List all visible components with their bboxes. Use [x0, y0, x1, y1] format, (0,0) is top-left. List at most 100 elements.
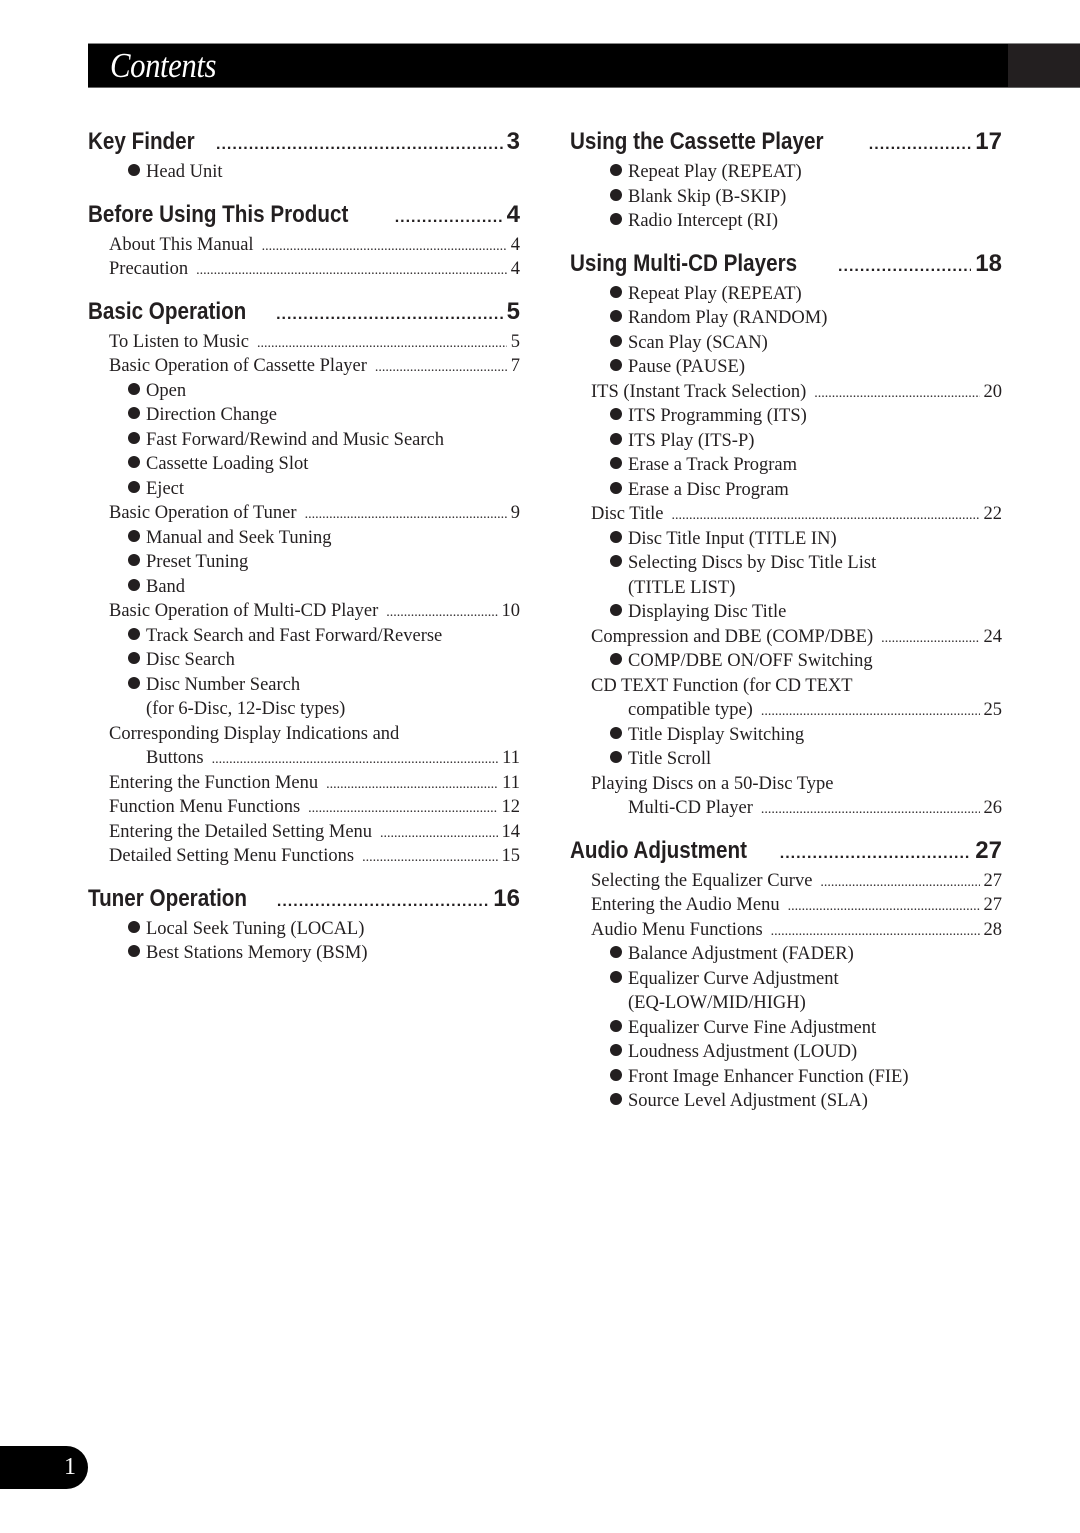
toc-bullet-item[interactable]: Selecting Discs by Disc Title List — [570, 551, 1002, 576]
toc-bullet-item[interactable]: Repeat Play (REPEAT) — [570, 160, 1002, 185]
section-heading[interactable]: Using Multi-CD Players 18 — [570, 246, 1002, 282]
toc-entry[interactable]: Entering the Function Menu 11 — [88, 771, 520, 796]
toc-bullet-item[interactable]: Manual and Seek Tuning — [88, 526, 520, 551]
section-heading[interactable]: Before Using This Product 4 — [88, 197, 520, 233]
entry-text: Entering the Audio Menu — [591, 895, 780, 915]
toc-entry[interactable]: About This Manual 4 — [88, 233, 520, 258]
toc-bullet-item[interactable]: Source Level Adjustment (SLA) — [570, 1089, 1002, 1114]
toc-bullet-item[interactable]: Preset Tuning — [88, 550, 520, 575]
toc-bullet-item[interactable]: ITS Play (ITS-P) — [570, 429, 1002, 454]
section-heading[interactable]: Basic Operation 5 — [88, 294, 520, 330]
toc-bullet-item[interactable]: Title Display Switching — [570, 723, 1002, 748]
toc-entry[interactable]: Basic Operation of Cassette Player 7 — [88, 354, 520, 379]
toc-entry[interactable]: Entering the Detailed Setting Menu 14 — [88, 820, 520, 845]
section-heading[interactable]: Key Finder 3 — [88, 124, 520, 160]
toc-entry[interactable]: Basic Operation of Tuner 9 — [88, 501, 520, 526]
section-heading[interactable]: Audio Adjustment 27 — [570, 833, 1002, 869]
bullet-text: Radio Intercept (RI) — [628, 211, 778, 231]
dot-leader — [780, 836, 972, 872]
toc-entry[interactable]: Multi-CD Player 26 — [570, 796, 1002, 821]
toc-entry[interactable]: Precaution 4 — [88, 257, 520, 282]
toc-bullet-item[interactable]: Displaying Disc Title — [570, 600, 1002, 625]
toc-entry[interactable]: Basic Operation of Multi-CD Player 10 — [88, 599, 520, 624]
bullet-text: Equalizer Curve Fine Adjustment — [628, 1017, 877, 1038]
toc-entry[interactable]: To Listen to Music 5 — [88, 330, 520, 355]
toc-bullet-item[interactable]: Repeat Play (REPEAT) — [570, 282, 1002, 307]
toc-bullet-item[interactable]: Disc Title Input (TITLE IN) — [570, 527, 1002, 552]
bullet-text: Direction Change — [146, 405, 277, 425]
toc-entry[interactable]: compatible type) 25 — [570, 698, 1002, 723]
toc-bullet-item[interactable]: Erase a Track Program — [570, 453, 1002, 478]
toc-bullet-item[interactable]: Blank Skip (B-SKIP) — [570, 185, 1002, 210]
toc-bullet-item[interactable]: Random Play (RANDOM) — [570, 306, 1002, 331]
toc-entry[interactable]: Function Menu Functions 12 — [88, 795, 520, 820]
toc-bullet-item[interactable]: Cassette Loading Slot — [88, 452, 520, 477]
bullet-text: Loudness Adjustment (LOUD) — [628, 1042, 858, 1062]
toc-bullet-item[interactable]: Disc Number Search — [88, 673, 520, 698]
entry-page-number: 26 — [983, 798, 1003, 818]
section-title: Basic Operation — [88, 297, 247, 325]
bullet-icon — [128, 945, 140, 957]
entry-text: CD TEXT Function (for CD TEXT — [591, 675, 853, 696]
toc-bullet-item[interactable]: Erase a Disc Program — [570, 478, 1002, 503]
bullet-text: (EQ-LOW/MID/HIGH) — [628, 993, 806, 1013]
toc-bullet-item[interactable]: COMP/DBE ON/OFF Switching — [570, 649, 1002, 674]
toc-entry[interactable]: Playing Discs on a 50-Disc Type — [570, 772, 1002, 797]
bullet-icon — [610, 310, 622, 322]
toc-bullet-item[interactable]: Fast Forward/Rewind and Music Search — [88, 428, 520, 453]
toc-bullet-item[interactable]: (TITLE LIST) — [570, 576, 1002, 601]
section-page-number: 5 — [506, 297, 520, 325]
bullet-icon — [128, 480, 140, 493]
toc-bullet-item[interactable]: Loudness Adjustment (LOUD) — [570, 1040, 1002, 1065]
dot-leader — [196, 259, 507, 284]
toc-bullet-item[interactable]: Direction Change — [88, 403, 520, 428]
toc-bullet-item[interactable]: Balance Adjustment (FADER) — [570, 942, 1002, 967]
toc-bullet-item[interactable]: Radio Intercept (RI) — [570, 209, 1002, 234]
section-title: Audio Adjustment — [570, 836, 747, 864]
toc-bullet-item[interactable]: Open — [88, 379, 520, 404]
toc-bullet-item[interactable]: Best Stations Memory (BSM) — [88, 941, 520, 966]
bullet-icon — [610, 970, 622, 983]
toc-bullet-item[interactable]: Track Search and Fast Forward/Reverse — [88, 624, 520, 649]
toc-bullet-item[interactable]: Title Scroll — [570, 747, 1002, 772]
toc-bullet-item[interactable]: ITS Programming (ITS) — [570, 404, 1002, 429]
dot-leader — [212, 748, 499, 773]
toc-entry[interactable]: Detailed Setting Menu Functions 15 — [88, 844, 520, 869]
toc-bullet-item[interactable]: (for 6-Disc, 12-Disc types) — [88, 697, 520, 722]
toc-entry[interactable]: Entering the Audio Menu 27 — [570, 893, 1002, 918]
toc-bullet-item[interactable]: Band — [88, 575, 520, 600]
toc-bullet-item[interactable]: Equalizer Curve Adjustment — [570, 967, 1002, 992]
toc-entry[interactable]: Selecting the Equalizer Curve 27 — [570, 869, 1002, 894]
toc-entry[interactable]: Disc Title 22 — [570, 502, 1002, 527]
toc-entry[interactable]: ITS (Instant Track Selection) 20 — [570, 380, 1002, 405]
toc-entry[interactable]: Compression and DBE (COMP/DBE) 24 — [570, 625, 1002, 650]
toc-section: Using the Cassette Player 17 Repeat Play (… — [570, 124, 1002, 234]
toc-section: Tuner Operation 16 Local Seek Tuning (LOCA… — [88, 869, 520, 966]
toc-bullet-item[interactable]: Pause (PAUSE) — [570, 355, 1002, 380]
toc-bullet-item[interactable]: Eject — [88, 477, 520, 502]
toc-entry[interactable]: CD TEXT Function (for CD TEXT — [570, 674, 1002, 699]
bullet-text: (for 6-Disc, 12-Disc types) — [146, 699, 346, 719]
toc-bullet-item[interactable]: (EQ-LOW/MID/HIGH) — [570, 991, 1002, 1016]
dot-leader — [820, 871, 979, 896]
bullet-icon — [128, 627, 140, 640]
toc-bullet-item[interactable]: Head Unit — [88, 160, 520, 185]
section-heading[interactable]: Tuner Operation 16 — [88, 881, 520, 917]
toc-entry[interactable]: Audio Menu Functions 28 — [570, 918, 1002, 943]
toc-entry[interactable]: Buttons 11 — [88, 746, 520, 771]
section-title: Tuner Operation — [88, 884, 248, 912]
toc-entry[interactable]: Corresponding Display Indications and — [88, 722, 520, 747]
bullet-icon — [610, 1044, 622, 1056]
entry-text: Compression and DBE (COMP/DBE) — [591, 626, 874, 647]
bullet-icon — [128, 431, 140, 444]
section-title: Before Using This Product — [88, 200, 349, 228]
bullet-icon — [128, 407, 140, 419]
section-heading[interactable]: Using the Cassette Player 17 — [570, 124, 1002, 160]
bullet-icon — [610, 188, 622, 201]
toc-bullet-item[interactable]: Scan Play (SCAN) — [570, 331, 1002, 356]
toc-bullet-item[interactable]: Front Image Enhancer Function (FIE) — [570, 1065, 1002, 1090]
toc-bullet-item[interactable]: Local Seek Tuning (LOCAL) — [88, 917, 520, 942]
toc-bullet-item[interactable]: Disc Search — [88, 648, 520, 673]
toc-bullet-item[interactable]: Equalizer Curve Fine Adjustment — [570, 1016, 1002, 1041]
dot-leader — [362, 846, 497, 871]
